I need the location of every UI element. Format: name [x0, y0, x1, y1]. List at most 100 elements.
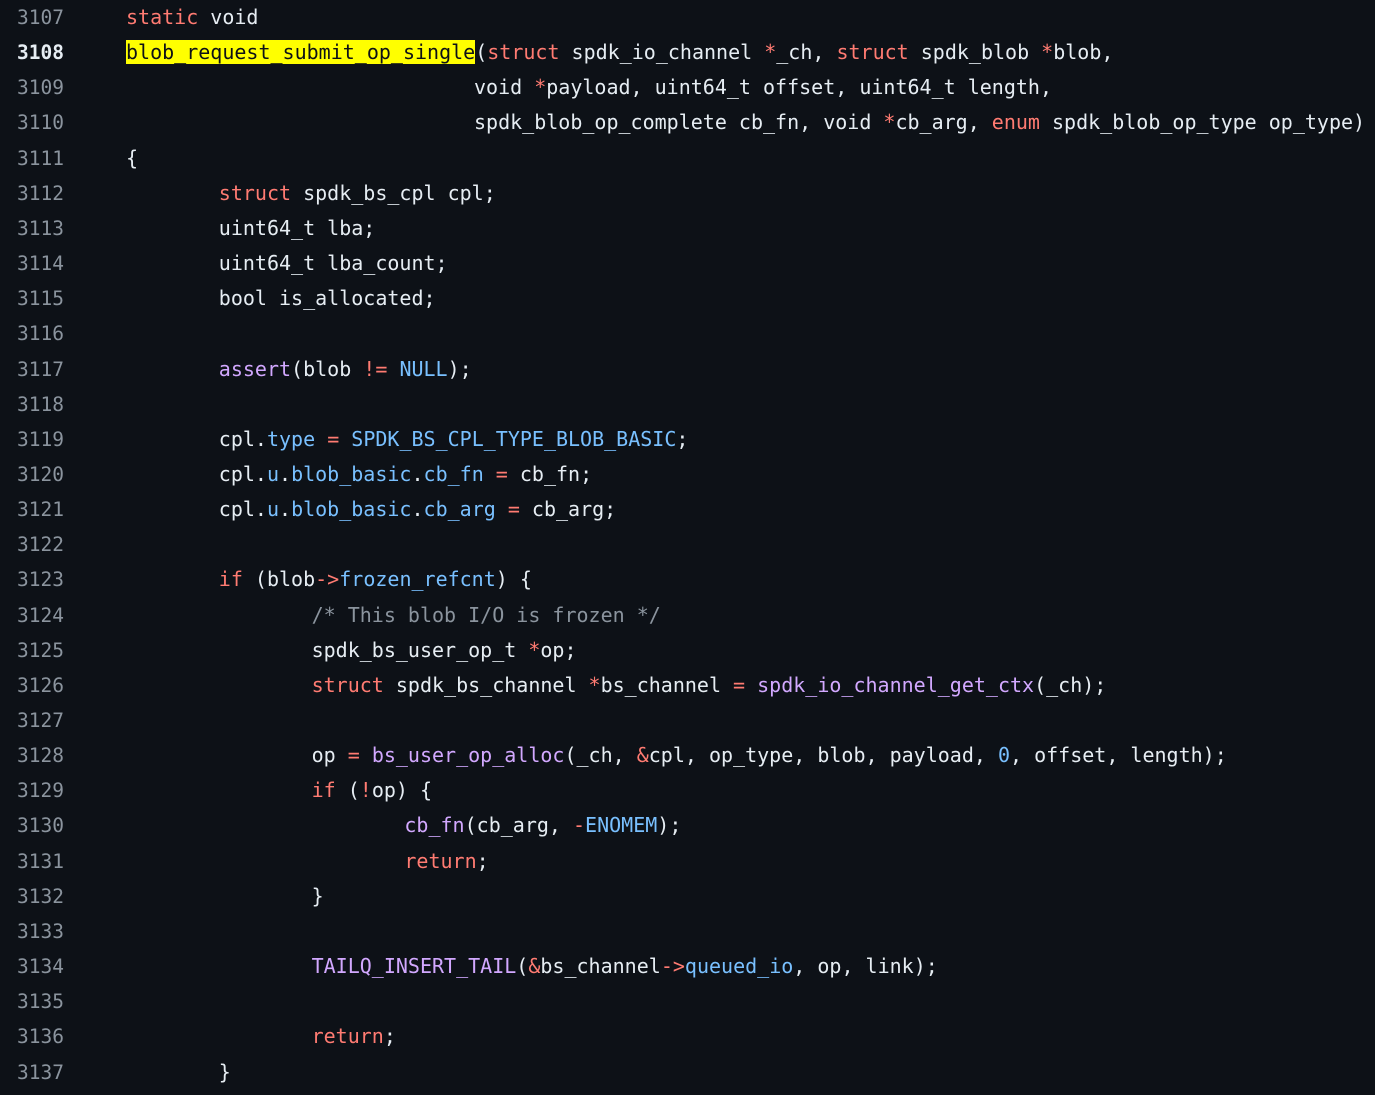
line-code: spdk_blob_op_complete cb_fn, void *cb_ar…: [474, 105, 1365, 140]
line-number[interactable]: 3124: [17, 598, 87, 633]
code-token: spdk_blob_op_type op_type): [1039, 110, 1366, 135]
line-number[interactable]: 3130: [17, 808, 87, 843]
code-line: 3111 {: [0, 141, 1375, 176]
code-line: 3123 if (blob->frozen_refcnt) {: [0, 562, 1375, 597]
code-token: , op, link);: [793, 954, 938, 979]
line-number[interactable]: 3121: [17, 492, 87, 527]
line-number[interactable]: 3113: [17, 211, 87, 246]
code-token: struct: [218, 180, 292, 205]
line-number[interactable]: 3134: [17, 949, 87, 984]
line-number[interactable]: 3128: [17, 738, 87, 773]
line-number[interactable]: 3129: [17, 773, 87, 808]
line-code: struct spdk_bs_cpl cpl;: [219, 176, 496, 211]
code-token: if: [311, 778, 336, 803]
line-number[interactable]: 3131: [17, 844, 87, 879]
line-number[interactable]: 3107: [17, 0, 87, 35]
code-token: (blob: [242, 567, 316, 592]
line-number[interactable]: 3109: [17, 70, 87, 105]
line-code: if (blob->frozen_refcnt) {: [219, 562, 532, 597]
code-token: *: [528, 637, 541, 662]
code-token: (: [516, 954, 529, 979]
line-number[interactable]: 3137: [17, 1055, 87, 1090]
line-code: TAILQ_INSERT_TAIL(&bs_channel->queued_io…: [312, 949, 938, 984]
code-line: 3126 struct spdk_bs_channel *bs_channel =…: [0, 668, 1375, 703]
code-token: payload, uint64_t offset, uint64_t lengt…: [546, 75, 1052, 100]
code-token: op;: [540, 637, 577, 662]
code-line: 3127: [0, 703, 1375, 738]
code-token: bs_channel: [600, 672, 734, 697]
line-code: cb_fn(cb_arg, -ENOMEM);: [404, 808, 681, 843]
code-token: return: [404, 848, 477, 873]
code-line: 3114 uint64_t lba_count;: [0, 246, 1375, 281]
code-token: cpl.: [218, 497, 267, 522]
line-number[interactable]: 3135: [17, 984, 87, 1019]
code-token: =: [733, 672, 746, 697]
line-number[interactable]: 3122: [17, 527, 87, 562]
code-token: cpl.: [218, 426, 267, 451]
code-token: bs_channel: [540, 954, 661, 979]
line-number[interactable]: 3136: [17, 1019, 87, 1054]
code-token: !: [359, 778, 372, 803]
line-number[interactable]: 3119: [17, 422, 87, 457]
code-token: *: [764, 40, 777, 65]
code-line: 3125 spdk_bs_user_op_t *op;: [0, 633, 1375, 668]
code-token: }: [218, 1059, 231, 1084]
code-token: spdk_bs_cpl cpl;: [291, 180, 496, 205]
line-code: }: [312, 879, 324, 914]
line-code: {: [126, 141, 138, 176]
code-token: blob_basic: [291, 461, 412, 486]
code-line: 3110 spdk_blob_op_complete cb_fn, void *c…: [0, 105, 1375, 140]
line-number[interactable]: 3111: [17, 141, 87, 176]
code-token: *: [883, 110, 896, 135]
code-token: spdk_bs_channel: [383, 672, 589, 697]
line-number[interactable]: 3126: [17, 668, 87, 703]
code-token: (_ch,: [564, 743, 637, 768]
code-line: 3121 cpl.u.blob_basic.cb_arg = cb_arg;: [0, 492, 1375, 527]
line-number[interactable]: 3125: [17, 633, 87, 668]
code-token: );: [447, 356, 472, 381]
line-code: uint64_t lba;: [219, 211, 376, 246]
line-number[interactable]: 3117: [17, 352, 87, 387]
line-code: }: [219, 1055, 231, 1090]
line-number[interactable]: 3123: [17, 562, 87, 597]
line-code: void *payload, uint64_t offset, uint64_t…: [474, 70, 1052, 105]
line-number[interactable]: 3108: [17, 35, 87, 70]
code-line: 3133: [0, 914, 1375, 949]
code-token: 0: [997, 743, 1011, 768]
line-code: assert(blob != NULL);: [219, 352, 472, 387]
code-token: .: [411, 497, 424, 522]
code-line: 3132}: [0, 879, 1375, 914]
code-line: 3129 if (!op) {: [0, 773, 1375, 808]
code-line: 3116: [0, 316, 1375, 351]
code-token: op: [311, 743, 348, 768]
code-token: cb_arg,: [895, 110, 992, 135]
line-number[interactable]: 3116: [17, 316, 87, 351]
code-line: 3108 blob_request_submit_op_single(struct…: [0, 35, 1375, 70]
line-code: uint64_t lba_count;: [219, 246, 448, 281]
line-number[interactable]: 3118: [17, 387, 87, 422]
code-token: spdk_io_channel_get_ctx: [757, 672, 1035, 697]
line-number[interactable]: 3110: [17, 105, 87, 140]
code-token: struct: [487, 40, 560, 65]
code-line: 3131 return;: [0, 844, 1375, 879]
code-token: *: [588, 672, 601, 697]
line-number[interactable]: 3115: [17, 281, 87, 316]
code-token: , offset, length);: [1010, 743, 1227, 768]
code-token: cb_arg;: [519, 497, 617, 522]
code-line: 3115 bool is_allocated;: [0, 281, 1375, 316]
line-number[interactable]: 3112: [17, 176, 87, 211]
code-token: =: [327, 426, 340, 451]
line-code: op = bs_user_op_alloc(_ch, &cpl, op_type…: [312, 738, 1227, 773]
code-token: cpl.: [218, 461, 267, 486]
code-token: .: [411, 461, 424, 486]
line-number[interactable]: 3120: [17, 457, 87, 492]
line-number[interactable]: 3114: [17, 246, 87, 281]
line-code: cpl.u.blob_basic.cb_arg = cb_arg;: [219, 492, 616, 527]
line-number[interactable]: 3133: [17, 914, 87, 949]
line-code: if (!op) {: [312, 773, 432, 808]
code-token: queued_io: [684, 954, 794, 979]
line-number[interactable]: 3127: [17, 703, 87, 738]
line-number[interactable]: 3132: [17, 879, 87, 914]
